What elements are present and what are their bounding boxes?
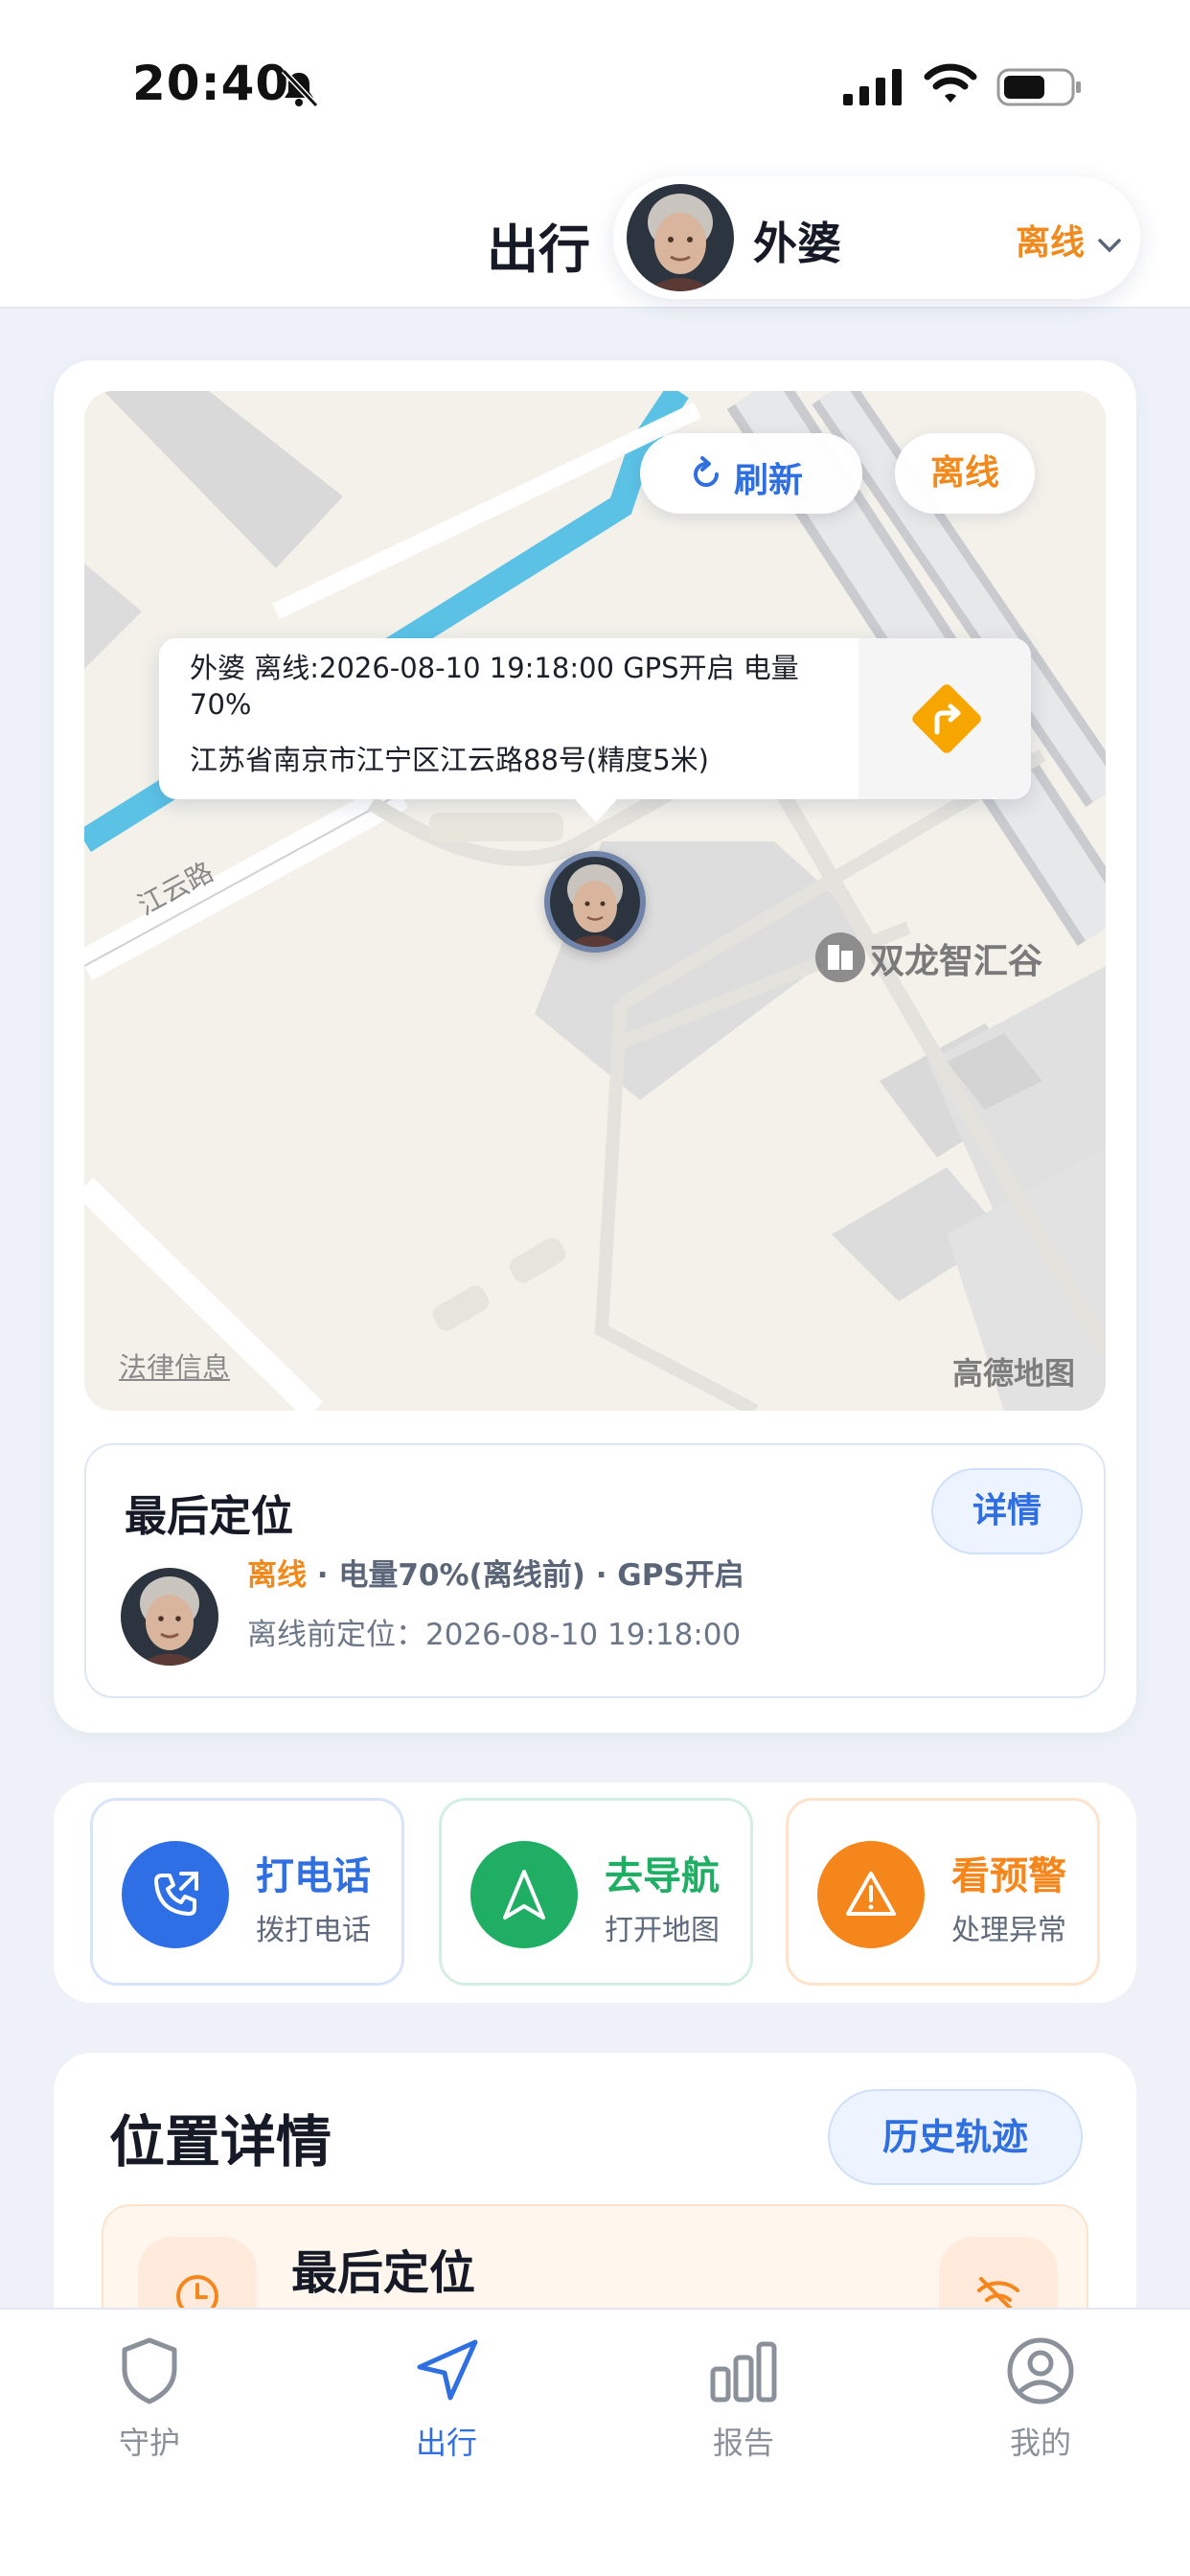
phone-icon-badge <box>122 1841 229 1948</box>
phone-icon <box>154 1872 198 1916</box>
tab-bar: 守护 出行 报告 我的 <box>0 2308 1190 2576</box>
avatar <box>627 184 734 291</box>
tab-travel[interactable]: 出行 <box>351 2334 542 2478</box>
last-location-time: 离线前定位：2026-08-10 19:18:00 <box>247 1618 742 1652</box>
map-provider-logo: 高德地图 <box>952 1355 1076 1392</box>
popup-navigate-button[interactable] <box>858 638 1031 799</box>
page-title: 出行 <box>487 219 590 280</box>
action-title: 去导航 <box>605 1854 720 1898</box>
profile-icon <box>1007 2337 1074 2404</box>
action-subtitle: 处理异常 <box>951 1914 1066 1947</box>
tab-guard[interactable]: 守护 <box>54 2334 245 2478</box>
status-time: 20:40 <box>132 56 290 111</box>
tab-label: 报告 <box>712 2425 774 2461</box>
tab-label: 守护 <box>118 2425 180 2461</box>
person-name: 外婆 <box>753 218 841 269</box>
history-track-button[interactable]: 历史轨迹 <box>828 2089 1083 2185</box>
call-button[interactable]: 打电话 拨打电话 <box>90 1798 404 1986</box>
last-location-status: 离线 · 电量70%(离线前) · GPS开启 <box>247 1551 744 1594</box>
section-title: 位置详情 <box>109 2109 332 2174</box>
details-button[interactable]: 详情 <box>931 1468 1083 1554</box>
avatar <box>550 857 640 947</box>
battery-icon <box>996 68 1081 106</box>
warning-icon <box>846 1872 896 1916</box>
building-icon <box>815 932 865 982</box>
refresh-label: 刷新 <box>734 461 804 500</box>
popup-address-text: 江苏省南京市江宁区江云路88号(精度5米) <box>190 744 709 776</box>
last-location-card: 最后定位 详情 离线 · 电量70%(离线前) · GPS开启 离线前定位：20… <box>84 1443 1106 1698</box>
map-view[interactable]: 刷新 离线 江云路 外婆 离线:2026-08-10 19:18:00 GPS开… <box>84 391 1106 1411</box>
legal-info-link[interactable]: 法律信息 <box>119 1346 230 1386</box>
warning-icon-badge <box>817 1841 925 1948</box>
battery-gps-status: · 电量70%(离线前) · GPS开启 <box>307 1558 744 1593</box>
navigation-icon-badge <box>470 1841 578 1948</box>
navigation-icon <box>417 2339 478 2401</box>
map-card: 刷新 离线 江云路 外婆 离线:2026-08-10 19:18:00 GPS开… <box>54 360 1136 1733</box>
last-location-title: 最后定位 <box>125 1492 293 1541</box>
wifi-icon <box>924 63 977 103</box>
offline-status: 离线 <box>247 1558 307 1593</box>
action-subtitle: 打开地图 <box>605 1914 720 1947</box>
tab-label: 我的 <box>1009 2425 1071 2461</box>
status-badge: 离线 <box>1016 223 1086 263</box>
tab-me[interactable]: 我的 <box>945 2334 1136 2478</box>
status-bar: 20:40 <box>0 0 1190 163</box>
signal-icon <box>843 69 902 105</box>
app-screen: 20:40 出行 外婆 离线 刷新 离线 江云路 外婆 离线:2026-08-1… <box>0 0 1190 2576</box>
turn-right-icon <box>912 684 981 753</box>
refresh-icon <box>694 456 719 487</box>
popup-status-text: 外婆 离线:2026-08-10 19:18:00 GPS开启 电量70% <box>190 652 799 721</box>
poi-label: 双龙智汇谷 <box>870 942 1043 981</box>
tab-report[interactable]: 报告 <box>648 2334 839 2478</box>
header: 出行 外婆 离线 <box>0 163 1190 309</box>
location-popup[interactable]: 外婆 离线:2026-08-10 19:18:00 GPS开启 电量70% 江苏… <box>159 638 1031 822</box>
action-title: 看预警 <box>951 1854 1066 1898</box>
action-title: 打电话 <box>256 1854 371 1898</box>
bar-chart-icon <box>710 2341 777 2403</box>
navigate-button[interactable]: 去导航 打开地图 <box>439 1798 753 1986</box>
avatar <box>121 1568 218 1666</box>
bell-slash-icon <box>281 68 319 108</box>
chevron-down-icon <box>1098 239 1121 253</box>
map-status-pill: 离线 <box>895 433 1035 514</box>
person-selector[interactable]: 外婆 离线 <box>613 176 1140 299</box>
detail-item-title: 最后定位 <box>291 2246 476 2300</box>
refresh-button[interactable]: 刷新 <box>640 433 862 514</box>
shield-icon <box>122 2337 177 2404</box>
warning-button[interactable]: 看预警 处理异常 <box>786 1798 1100 1986</box>
action-subtitle: 拨打电话 <box>256 1914 371 1947</box>
quick-actions: 打电话 拨打电话 去导航 打开地图 看预警 处理异常 <box>54 1782 1136 2003</box>
person-location-marker[interactable] <box>544 851 646 953</box>
tab-label: 出行 <box>415 2425 477 2461</box>
navigation-arrow-icon <box>503 1870 545 1920</box>
